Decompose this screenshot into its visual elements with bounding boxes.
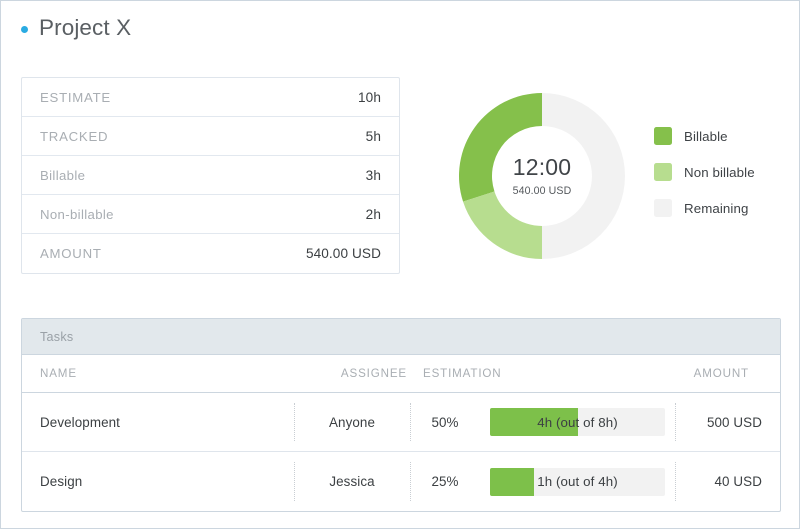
summary-value: 5h [365, 128, 381, 144]
summary-label: ESTIMATE [40, 89, 111, 105]
cell-estimation-percent: 25% [410, 452, 480, 511]
cell-estimation-bar: 4h (out of 8h) [480, 393, 675, 451]
legend-label: Non billable [684, 164, 755, 180]
donut-center-labels: 12:00 540.00 USD [459, 93, 625, 259]
column-header-label: ESTIMATION [423, 367, 502, 380]
donut-total-amount: 540.00 USD [512, 184, 572, 197]
legend-label: Billable [684, 128, 728, 144]
table-row[interactable]: Development Anyone 50% 4h (out of 8h) 50… [22, 393, 780, 452]
tasks-banner-label: Tasks [40, 329, 74, 344]
task-name-label: Development [40, 414, 120, 430]
summary-row-non-billable: Non-billable 2h [22, 195, 399, 234]
summary-value: 10h [358, 89, 381, 105]
project-summary-table: ESTIMATE 10h TRACKED 5h Billable 3h Non-… [21, 77, 400, 274]
tasks-table: Tasks NAME ASSIGNEE ESTIMATION AMOUNT De… [21, 318, 781, 512]
amount-label: 40 USD [714, 474, 762, 489]
estimation-progress-label: 1h (out of 4h) [537, 474, 618, 489]
summary-value: 3h [365, 167, 381, 183]
tasks-table-banner: Tasks [22, 319, 780, 355]
legend-swatch-icon [654, 199, 672, 217]
cell-estimation-percent: 50% [410, 393, 480, 451]
column-header-label: ASSIGNEE [340, 367, 407, 380]
summary-label: Billable [40, 167, 86, 183]
column-header-estimation[interactable]: ESTIMATION [410, 367, 501, 380]
table-row[interactable]: Design Jessica 25% 1h (out of 4h) 40 USD [22, 452, 780, 511]
column-header-label: NAME [40, 367, 77, 380]
column-header-assignee[interactable]: ASSIGNEE [294, 367, 410, 380]
donut-legend: Billable Non billable Remaining [654, 127, 755, 217]
time-donut-chart: 12:00 540.00 USD [459, 93, 625, 259]
legend-item-non-billable[interactable]: Non billable [654, 163, 755, 181]
estimation-progress-label: 4h (out of 8h) [537, 414, 618, 430]
legend-label: Remaining [684, 200, 749, 216]
assignee-label: Anyone [328, 414, 376, 430]
summary-label: Non-billable [40, 206, 114, 222]
cell-assignee[interactable]: Anyone [294, 393, 410, 451]
cell-task-name[interactable]: Design [22, 452, 294, 511]
column-header-amount[interactable]: AMOUNT [675, 367, 780, 380]
estimation-percent-label: 50% [431, 414, 459, 430]
summary-label: TRACKED [40, 128, 109, 144]
summary-value: 540.00 USD [305, 246, 381, 261]
summary-row-tracked: TRACKED 5h [22, 117, 399, 156]
cell-amount: 500 USD [675, 393, 780, 451]
legend-swatch-icon [654, 127, 672, 145]
amount-label: 500 USD [706, 414, 762, 430]
page-title: Project X [39, 15, 132, 40]
page-title-row: Project X [21, 15, 132, 40]
summary-label: AMOUNT [40, 246, 102, 261]
column-header-label: AMOUNT [693, 367, 749, 380]
project-report-page: Project X ESTIMATE 10h TRACKED 5h Billab… [0, 0, 800, 529]
legend-item-billable[interactable]: Billable [654, 127, 755, 145]
cell-estimation-bar: 1h (out of 4h) [480, 452, 675, 511]
donut-total-time: 12:00 [512, 154, 572, 181]
tasks-table-header-row: NAME ASSIGNEE ESTIMATION AMOUNT [22, 355, 780, 393]
task-name-label: Design [40, 474, 83, 489]
legend-swatch-icon [654, 163, 672, 181]
project-color-dot [21, 25, 28, 33]
cell-amount: 40 USD [675, 452, 780, 511]
summary-row-billable: Billable 3h [22, 156, 399, 195]
cell-assignee[interactable]: Jessica [294, 452, 410, 511]
summary-value: 2h [365, 206, 381, 222]
assignee-label: Jessica [329, 474, 375, 489]
legend-item-remaining[interactable]: Remaining [654, 199, 755, 217]
estimation-percent-label: 25% [431, 474, 459, 489]
cell-task-name[interactable]: Development [22, 393, 294, 451]
column-header-name[interactable]: NAME [22, 367, 294, 380]
summary-row-estimate: ESTIMATE 10h [22, 78, 399, 117]
estimation-progress-bar: 4h (out of 8h) [490, 408, 665, 436]
estimation-progress-bar: 1h (out of 4h) [490, 467, 665, 496]
summary-row-amount: AMOUNT 540.00 USD [22, 234, 399, 273]
